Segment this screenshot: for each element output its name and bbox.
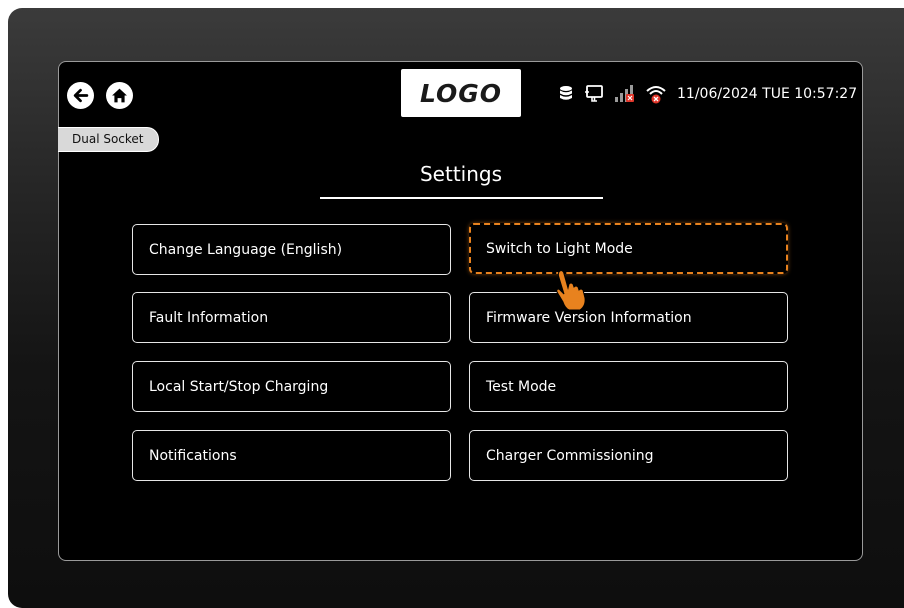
charger-commissioning-button[interactable]: Charger Commissioning [469,430,788,481]
back-button[interactable] [67,82,94,109]
signal-bars-error-icon [614,82,636,106]
page-title: Settings [419,162,503,186]
title-underline [320,197,603,199]
test-mode-button[interactable]: Test Mode [469,361,788,412]
datetime-display: 11/06/2024 TUE 10:57:27 [677,86,858,102]
arrow-left-icon [73,88,89,103]
firmware-version-button[interactable]: Firmware Version Information [469,292,788,343]
brand-logo: LOGO [401,69,521,117]
network-monitor-icon [585,82,605,106]
charger-screen: LOGO 11/06/2024 TUE 10:57:27 Dual Socket… [58,61,863,561]
database-icon [559,82,573,106]
home-button[interactable] [106,82,133,109]
tap-hand-icon [556,270,586,311]
switch-light-mode-button[interactable]: Switch to Light Mode [469,223,788,274]
change-language-button[interactable]: Change Language (English) [132,224,451,275]
wifi-error-icon [645,82,667,106]
home-icon [112,88,127,103]
local-start-stop-button[interactable]: Local Start/Stop Charging [132,361,451,412]
socket-mode-tab[interactable]: Dual Socket [58,127,159,152]
fault-information-button[interactable]: Fault Information [132,292,451,343]
notifications-button[interactable]: Notifications [132,430,451,481]
